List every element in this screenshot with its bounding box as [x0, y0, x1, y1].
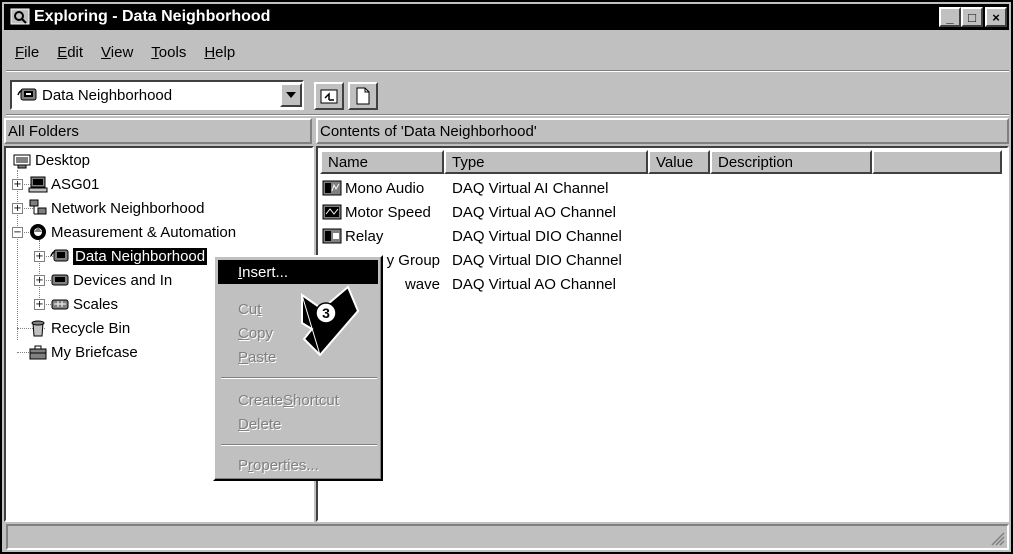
status-bar [6, 524, 1009, 550]
tree-label: My Briefcase [51, 343, 138, 361]
list-item[interactable]: Motor Speed DAQ Virtual AO Channel [322, 200, 652, 224]
tree-line [17, 170, 18, 340]
tree-label: Devices and In [73, 271, 173, 289]
menu-bar: File Edit View Tools Help [6, 38, 244, 66]
tree-item-my-briefcase[interactable]: My Briefcase [28, 341, 138, 363]
callout-number: 3 [322, 305, 330, 321]
expand-devices-button[interactable]: + [34, 275, 45, 286]
tree-item-data-neighborhood[interactable]: Data Neighborhood [50, 245, 209, 267]
chevron-down-icon [286, 92, 296, 98]
item-name: Relay [345, 227, 384, 245]
menu-file[interactable]: File [6, 44, 48, 61]
tree-label: Recycle Bin [51, 319, 131, 337]
tree-label: ASG01 [51, 175, 100, 193]
tree-item-network-neighborhood[interactable]: Network Neighborhood [28, 197, 204, 219]
tree-label: Network Neighborhood [51, 199, 205, 217]
context-menu-insert[interactable]: Insert... [218, 260, 378, 284]
context-menu-create-shortcut[interactable]: Create Shortcut [218, 388, 378, 412]
tree-label: Data Neighborhood [71, 246, 209, 266]
context-menu-delete[interactable]: Delete [218, 412, 378, 436]
desktop-icon [13, 154, 31, 169]
location-combo[interactable]: Data Neighborhood [10, 80, 304, 110]
column-headers: Name Type Value Description [320, 150, 1002, 174]
explorer-icon [10, 8, 30, 25]
item-name: Motor Speed [345, 203, 431, 221]
contents-header: Contents of 'Data Neighborhood' [316, 118, 1009, 144]
computer-icon [28, 176, 48, 193]
close-button[interactable]: × [985, 7, 1007, 27]
new-document-button[interactable] [348, 82, 378, 110]
tree-line [39, 240, 40, 306]
column-header-filler [872, 150, 1002, 174]
item-type: DAQ Virtual AO Channel [452, 203, 616, 221]
menu-edit[interactable]: Edit [48, 44, 92, 61]
network-neighborhood-icon [29, 199, 47, 215]
close-icon: × [992, 9, 1000, 25]
column-header-value[interactable]: Value [648, 150, 710, 174]
location-dropdown-button[interactable] [280, 83, 302, 107]
menu-tools[interactable]: Tools [142, 44, 195, 61]
item-type: DAQ Virtual AO Channel [452, 275, 616, 293]
item-type: DAQ Virtual AI Channel [452, 179, 609, 197]
expand-data-neighborhood-button[interactable]: + [34, 251, 45, 262]
expand-asg01-button[interactable]: + [12, 179, 23, 190]
tree-item-recycle-bin[interactable]: Recycle Bin [28, 317, 130, 339]
item-name: wave [404, 275, 440, 293]
list-item[interactable]: Relay DAQ Virtual DIO Channel [322, 224, 652, 248]
item-type: DAQ Virtual DIO Channel [452, 227, 622, 245]
context-menu-separator [221, 444, 377, 446]
item-name: y Group [386, 251, 440, 269]
column-header-description[interactable]: Description [710, 150, 872, 174]
tree-item-desktop[interactable]: Desktop [12, 149, 90, 171]
maximize-button[interactable]: □ [961, 7, 983, 27]
contents-label: Contents of 'Data Neighborhood' [320, 122, 537, 140]
minimize-icon: _ [946, 9, 954, 25]
contents-list-pane[interactable]: Name Type Value Description Mono Audio D… [316, 146, 1009, 522]
tree-item-measurement-automation[interactable]: Measurement & Automation [28, 221, 236, 243]
measurement-automation-icon [30, 224, 46, 240]
list-item[interactable]: Mono Audio DAQ Virtual AI Channel [322, 176, 652, 200]
tree-label: Scales [73, 295, 119, 313]
title-bar: Exploring - Data Neighborhood _ □ × [4, 4, 1009, 30]
context-menu-properties[interactable]: Pr operties... [218, 453, 378, 477]
tree-item-asg01[interactable]: ASG01 [28, 173, 99, 195]
item-name: Mono Audio [345, 179, 425, 197]
maximize-icon: □ [968, 9, 976, 25]
tree-item-devices-interfaces[interactable]: Devices and In [50, 269, 172, 291]
ai-channel-icon [322, 180, 342, 196]
column-header-name[interactable]: Name [320, 150, 444, 174]
callout-pointer: 3 [301, 285, 360, 357]
all-folders-header: All Folders [4, 118, 312, 144]
menu-separator [6, 70, 1009, 72]
up-one-level-button[interactable] [314, 82, 344, 110]
ao-channel-icon [322, 204, 342, 220]
tree-item-scales[interactable]: Scales [50, 293, 118, 315]
recycle-bin-icon [31, 320, 45, 337]
dio-channel-icon [322, 228, 342, 244]
expand-scales-button[interactable]: + [34, 299, 45, 310]
column-header-type[interactable]: Type [444, 150, 648, 174]
briefcase-icon [29, 345, 47, 360]
collapse-measurement-button[interactable]: − [12, 227, 23, 238]
menu-help[interactable]: Help [195, 44, 244, 61]
minimize-button[interactable]: _ [939, 7, 961, 27]
location-value: Data Neighborhood [42, 86, 173, 104]
item-type: DAQ Virtual DIO Channel [452, 251, 622, 269]
data-neighborhood-icon [50, 249, 69, 262]
expand-network-button[interactable]: + [12, 203, 23, 214]
resize-grip-icon[interactable] [989, 530, 1005, 546]
menu-view[interactable]: View [92, 44, 142, 61]
new-document-icon [356, 87, 370, 105]
up-folder-icon [320, 89, 338, 104]
tree-label: Desktop [35, 151, 91, 169]
tree-label: Measurement & Automation [51, 223, 237, 241]
scales-icon [51, 299, 69, 310]
context-menu-separator [221, 377, 377, 379]
devices-interfaces-icon [51, 274, 69, 286]
explorer-window: Exploring - Data Neighborhood _ □ × File… [0, 0, 1013, 554]
data-neighborhood-icon [17, 88, 37, 101]
window-title: Exploring - Data Neighborhood [34, 8, 271, 25]
all-folders-label: All Folders [8, 122, 79, 140]
toolbar-separator [6, 114, 1009, 116]
